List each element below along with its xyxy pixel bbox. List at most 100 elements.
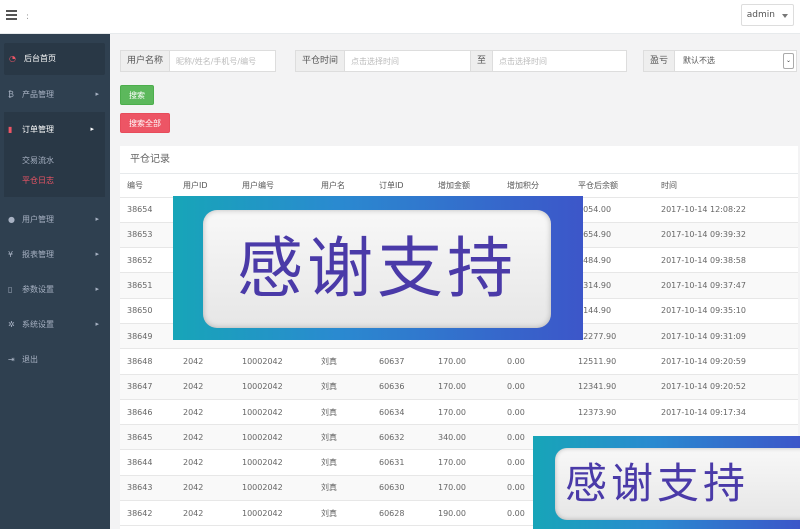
sidebar-item-params[interactable]: ▯ 参数设置 ▸: [0, 272, 110, 307]
submenu-item-close-log[interactable]: 平仓日志: [4, 171, 105, 191]
table-cell: 10002042: [235, 424, 314, 451]
sidebar-item-orders[interactable]: ▮ 订单管理 ▸: [4, 112, 105, 147]
table-cell: 170.00: [431, 374, 500, 400]
table-cell: 10002042: [235, 500, 314, 527]
sidebar-item-label: 报表管理: [22, 250, 54, 259]
sidebar-item-label: 订单管理: [22, 125, 54, 134]
table-cell: 190.00: [431, 500, 500, 527]
table-cell: 刘真: [314, 374, 372, 400]
table-cell: 2042: [176, 374, 235, 400]
table-cell: 2144.90: [571, 298, 654, 324]
sign-out-icon: ⇥: [8, 355, 15, 364]
column-header: 时间: [654, 174, 798, 198]
profit-select[interactable]: 默认不选 ⌄: [675, 51, 796, 71]
table-cell: 170.00: [431, 475, 500, 502]
table-cell: 12373.90: [571, 399, 654, 426]
sidebar-item-home[interactable]: ◔ 后台首页: [4, 43, 105, 75]
username-input[interactable]: [170, 51, 271, 71]
submenu-item-transactions[interactable]: 交易流水: [4, 151, 105, 171]
copy-icon: ▯: [8, 285, 13, 294]
table-cell: 2654.90: [571, 222, 654, 249]
table-cell: 刘真: [314, 348, 372, 375]
table-cell: 170.00: [431, 449, 500, 476]
admin-label: admin: [746, 10, 775, 20]
table-cell: 2017-10-14 09:39:32: [654, 222, 798, 249]
table-cell: 2042: [176, 348, 235, 375]
users-icon: ●: [8, 215, 15, 224]
table-cell: 60634: [372, 399, 431, 426]
column-header: 用户编号: [235, 174, 314, 198]
sidebar-item-users[interactable]: ● 用户管理 ▸: [0, 202, 110, 237]
chevron-right-icon: ▸: [95, 320, 99, 328]
sidebar-item-logout[interactable]: ⇥ 退出: [0, 342, 110, 377]
profit-filter: 盈亏 默认不选 ⌄: [643, 50, 797, 72]
sidebar-item-products[interactable]: ₿ 产品管理 ▸: [0, 77, 110, 112]
table-cell: 170.00: [431, 399, 500, 426]
start-time-input[interactable]: [345, 51, 471, 71]
column-header: 订单ID: [372, 174, 431, 198]
speedometer-icon: ◔: [9, 54, 16, 63]
table-cell: 10002042: [235, 348, 314, 375]
table-cell: 60637: [372, 348, 431, 375]
sidebar-item-label: 退出: [22, 355, 38, 364]
table-cell: 38643: [120, 475, 176, 502]
thanks-banner-small: 感谢支持: [533, 436, 800, 529]
close-time-filter: 平仓时间 至: [295, 50, 627, 72]
orders-submenu: 交易流水 平仓日志: [4, 147, 105, 197]
table-cell: 0054.00: [571, 197, 654, 223]
table-cell: 38642: [120, 500, 176, 527]
panel-title: 平仓记录: [120, 146, 798, 174]
table-cell: 刘真: [314, 475, 372, 502]
table-cell: 2017-10-14 09:20:59: [654, 348, 798, 375]
sidebar-item-label: 后台首页: [24, 54, 56, 63]
chevron-right-icon: ▸: [95, 250, 99, 258]
table-cell: 12341.90: [571, 374, 654, 400]
table-cell: 刘真: [314, 500, 372, 527]
table-cell: 38652: [120, 247, 176, 274]
search-all-button[interactable]: 搜索全部: [120, 113, 170, 133]
table-cell: 38644: [120, 449, 176, 476]
sidebar-item-label: 产品管理: [22, 90, 54, 99]
table-cell: 刘真: [314, 424, 372, 451]
banner-plate: 感谢支持: [555, 448, 800, 520]
table-cell: 0.00: [500, 399, 571, 426]
table-cell: 2017-10-14 09:17:34: [654, 399, 798, 426]
select-arrow-icon: ⌄: [783, 53, 794, 69]
table-cell: 340.00: [431, 424, 500, 451]
yen-icon: ¥: [8, 250, 14, 259]
admin-dropdown[interactable]: admin: [740, 4, 794, 26]
table-cell: 2042: [176, 449, 235, 476]
document-icon: ▮: [8, 125, 13, 134]
sidebar-item-system[interactable]: ✲ 系统设置 ▸: [0, 307, 110, 342]
chevron-right-icon: ▸: [95, 215, 99, 223]
table-cell: 2314.90: [571, 272, 654, 299]
close-time-label: 平仓时间: [296, 51, 346, 71]
table-cell: 60636: [372, 374, 431, 400]
banner-text: 感谢支持: [237, 230, 517, 307]
table-cell: 12511.90: [571, 348, 654, 375]
hamburger-menu-icon[interactable]: [6, 10, 17, 21]
search-button[interactable]: 搜索: [120, 85, 154, 105]
sidebar-item-label: 参数设置: [22, 285, 54, 294]
banner-plate: 感谢支持: [203, 210, 551, 328]
table-cell: 10002042: [235, 475, 314, 502]
table-cell: 12277.90: [571, 323, 654, 350]
table-row: 38648 2042 10002042 刘真 60637 170.00 0.00 12511.…: [120, 348, 798, 375]
table-cell: 38653: [120, 222, 176, 249]
to-label: 至: [470, 51, 494, 71]
end-time-input[interactable]: [493, 51, 619, 71]
table-cell: 10002042: [235, 374, 314, 400]
table-cell: 10002042: [235, 399, 314, 426]
table-cell: 刘真: [314, 449, 372, 476]
banner-text: 感谢支持: [565, 459, 750, 508]
column-header: 平仓后余额: [571, 174, 654, 198]
table-cell: 60632: [372, 424, 431, 451]
table-cell: 0.00: [500, 348, 571, 375]
profit-select-value: 默认不选: [683, 56, 716, 65]
column-header: 用户名: [314, 174, 372, 198]
table-cell: 38649: [120, 323, 176, 350]
table-cell: 170.00: [431, 348, 500, 375]
profit-label: 盈亏: [644, 51, 676, 71]
sidebar-item-reports[interactable]: ¥ 报表管理 ▸: [0, 237, 110, 272]
thanks-banner-large: 感谢支持: [173, 196, 583, 340]
